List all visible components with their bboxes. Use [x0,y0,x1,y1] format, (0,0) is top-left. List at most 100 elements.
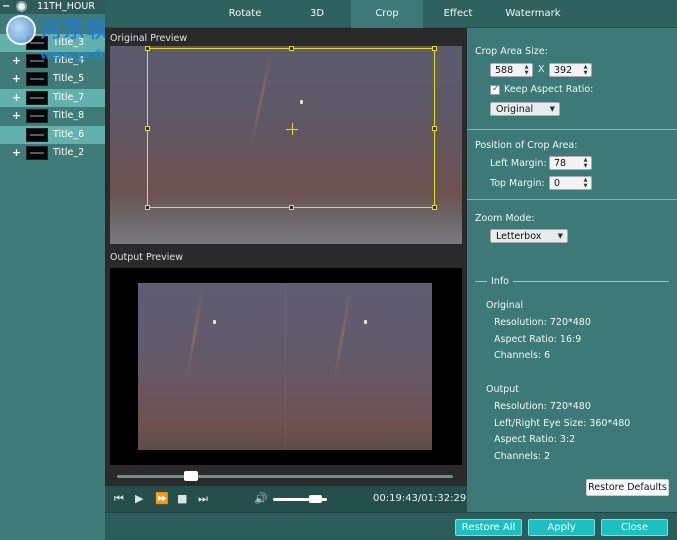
original-preview-frame [110,46,462,244]
expand-icon[interactable]: + [11,107,22,125]
expand-icon[interactable]: + [11,89,22,107]
list-item-title-5[interactable]: + Title_5 [0,70,105,88]
skip-to-end-icon[interactable]: ⏭ [198,493,208,505]
bottom-button-bar: Restore All Apply Close [105,512,677,540]
eye-divider [285,283,286,450]
list-item-title-7[interactable]: + Title_7 [0,89,105,107]
output-resolution: Resolution: 720*480 [494,401,591,412]
keep-aspect-checkbox[interactable]: ✓ [490,84,500,95]
left-margin-spinner[interactable]: 78 ▲ ▼ [549,156,592,170]
crop-handle-top[interactable] [289,46,294,51]
expand-icon[interactable]: + [11,70,22,88]
crop-settings-panel: Crop Area Size: 588 ▲ ▼ X 392 ▲ ▼ ✓ Keep A… [467,28,677,512]
crop-width-spinner[interactable]: 588 ▲ ▼ [490,63,533,77]
output-video [138,283,432,450]
crosshair-icon-vertical[interactable] [292,123,293,135]
list-item-label: Title_8 [53,110,85,121]
info-title: Info [487,276,513,287]
expand-icon[interactable]: + [11,144,22,162]
tab-bar: Rotate 3D Crop Effect Watermark [105,0,677,28]
output-preview-frame [110,268,462,465]
site-logo-icon [6,15,36,45]
top-margin-value: 0 [554,178,561,189]
video-light-dot [213,320,216,324]
fast-forward-icon[interactable]: ⏩ [155,493,169,505]
crop-width-value: 588 [495,65,514,76]
crop-height-spinner[interactable]: 392 ▲ ▼ [549,63,592,77]
seek-thumb[interactable] [183,471,198,481]
tab-effect[interactable]: Effect [423,0,493,28]
list-item-title-2[interactable]: + Title_2 [0,144,105,162]
crop-handle-top-left[interactable] [145,46,150,51]
collapse-icon[interactable]: − [2,0,10,13]
expand-icon[interactable]: + [11,52,22,70]
output-heading: Output [486,384,519,395]
divider [467,199,677,200]
spinner-arrows-icon[interactable]: ▲ ▼ [522,64,531,76]
crop-handle-top-right[interactable] [432,46,437,51]
video-light-dot [364,320,367,324]
crop-handle-right[interactable] [432,126,437,131]
divider [467,129,677,130]
top-margin-label: Top Margin: [490,178,545,189]
spinner-arrows-icon[interactable]: ▲ ▼ [581,177,590,189]
restore-all-button[interactable]: Restore All [455,519,522,536]
tab-3d[interactable]: 3D [277,0,357,28]
video-streak [184,285,205,385]
close-button[interactable]: Close [601,519,668,536]
top-margin-spinner[interactable]: 0 ▲ ▼ [549,176,592,190]
seek-bar[interactable] [117,475,453,478]
crop-rectangle[interactable] [145,46,437,210]
title-list-panel: − 11TH_HOUR Title_3 + Title_4 + Title_5 … [0,0,105,540]
chevron-down-icon: ▼ [557,232,563,240]
thumbnail-image [26,72,48,86]
output-aspect-ratio: Aspect Ratio: 3:2 [494,434,576,445]
left-margin-value: 78 [554,158,567,169]
position-label: Position of Crop Area: [475,140,578,151]
video-streak [332,285,353,385]
size-separator: X [538,64,545,75]
stop-icon[interactable]: ■ [177,493,187,505]
original-aspect-ratio: Aspect Ratio: 16:9 [494,334,582,345]
skip-to-start-icon[interactable]: ⏮ [114,493,124,505]
output-eye-size: Left/Right Eye Size: 360*480 [494,418,631,429]
list-item-label: Title_2 [53,147,85,158]
list-item-title-8[interactable]: + Title_8 [0,107,105,125]
list-item-label: Title_7 [53,92,85,103]
aspect-ratio-dropdown[interactable]: Original ▼ [490,102,560,116]
spinner-arrows-icon[interactable]: ▲ ▼ [581,64,590,76]
crop-handle-left[interactable] [145,126,150,131]
output-channels: Channels: 2 [494,451,551,462]
preview-pane: Original Preview Output Preview ⏮ ▶ ⏩ ■ … [105,28,467,512]
crop-handle-bottom-right[interactable] [432,205,437,210]
crop-handle-bottom[interactable] [289,205,294,210]
original-heading: Original [486,300,524,311]
thumbnail-image [26,128,48,142]
zoom-mode-label: Zoom Mode: [475,213,535,224]
thumbnail-image [26,109,48,123]
tab-watermark[interactable]: Watermark [493,0,573,28]
zoom-mode-value: Letterbox [496,231,542,242]
left-margin-label: Left Margin: [490,158,547,169]
zoom-mode-dropdown[interactable]: Letterbox ▼ [490,229,568,243]
spinner-arrows-icon[interactable]: ▲ ▼ [581,157,590,169]
list-item-title-6[interactable]: Title_6 [0,126,105,144]
volume-icon[interactable]: 🔊 [254,493,268,505]
crop-area-size-label: Crop Area Size: [475,46,548,57]
thumbnail-image [26,146,48,160]
volume-knob[interactable] [308,495,322,503]
aspect-ratio-value: Original [496,104,534,115]
thumbnail-image [26,91,48,105]
apply-button[interactable]: Apply [528,519,595,536]
disc-icon [16,1,27,12]
original-channels: Channels: 6 [494,350,551,361]
crop-handle-bottom-left[interactable] [145,205,150,210]
checkmark-icon: ✓ [492,84,500,94]
tab-crop[interactable]: Crop [351,0,423,28]
restore-defaults-button[interactable]: Restore Defaults [586,479,669,496]
output-preview-label: Output Preview [110,252,183,263]
list-item-label: Title_6 [53,129,85,140]
play-icon[interactable]: ▶ [135,493,143,505]
original-preview-label: Original Preview [110,33,188,44]
list-item-label: Title_5 [53,73,85,84]
